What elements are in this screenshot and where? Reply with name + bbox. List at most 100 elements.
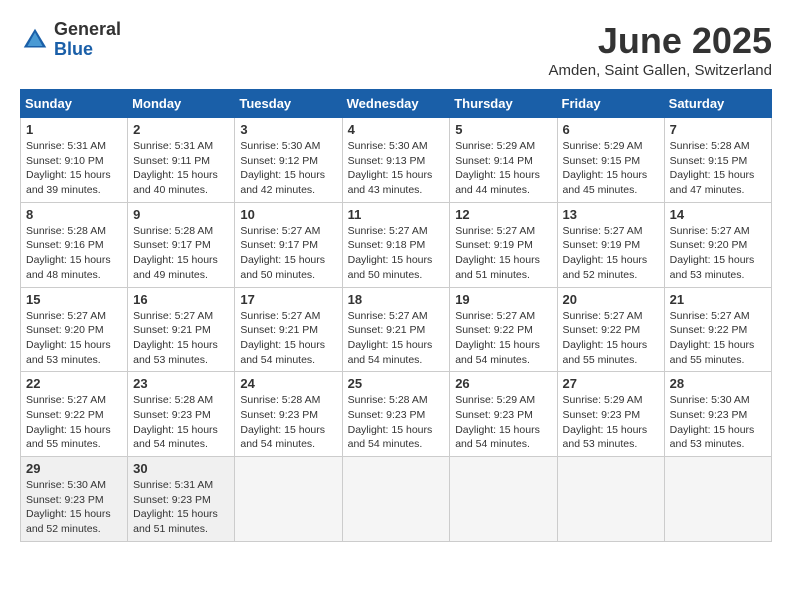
day-info: Sunrise: 5:27 AM Sunset: 9:22 PM Dayligh…	[455, 309, 551, 368]
calendar-cell: 19Sunrise: 5:27 AM Sunset: 9:22 PM Dayli…	[450, 287, 557, 372]
day-number: 30	[133, 461, 229, 476]
day-info: Sunrise: 5:28 AM Sunset: 9:23 PM Dayligh…	[133, 393, 229, 452]
day-number: 25	[348, 376, 445, 391]
day-number: 4	[348, 122, 445, 137]
day-info: Sunrise: 5:29 AM Sunset: 9:23 PM Dayligh…	[455, 393, 551, 452]
calendar-cell: 18 Sunrise: 5:27 AM Sunset: 9:21 PM Dayli…	[342, 287, 450, 372]
day-number: 21	[670, 292, 766, 307]
day-number: 26	[455, 376, 551, 391]
calendar-week-row: 29 Sunrise: 5:30 AM Sunset: 9:23 PM Dayli…	[21, 457, 772, 542]
logo: General Blue	[20, 20, 121, 60]
weekday-header: Wednesday	[342, 90, 450, 118]
day-info: Sunrise: 5:27 AM Sunset: 9:19 PM Dayligh…	[563, 224, 659, 283]
day-info: Sunrise: 5:27 AM Sunset: 9:20 PM Dayligh…	[670, 224, 766, 283]
day-info: Sunrise: 5:29 AM Sunset: 9:15 PM Dayligh…	[563, 139, 659, 198]
logo-blue: Blue	[54, 40, 121, 60]
calendar-cell: 29 Sunrise: 5:30 AM Sunset: 9:23 PM Dayli…	[21, 457, 128, 542]
day-number: 6	[563, 122, 659, 137]
calendar-cell: 23 Sunrise: 5:28 AM Sunset: 9:23 PM Dayli…	[128, 372, 235, 457]
calendar-cell: 24 Sunrise: 5:28 AM Sunset: 9:23 PM Dayli…	[235, 372, 342, 457]
calendar-cell: 6 Sunrise: 5:29 AM Sunset: 9:15 PM Daylig…	[557, 118, 664, 203]
day-info: Sunrise: 5:27 AM Sunset: 9:22 PM Dayligh…	[26, 393, 122, 452]
weekday-header: Tuesday	[235, 90, 342, 118]
calendar-week-row: 15Sunrise: 5:27 AM Sunset: 9:20 PM Dayli…	[21, 287, 772, 372]
calendar-week-row: 1Sunrise: 5:31 AM Sunset: 9:10 PM Daylig…	[21, 118, 772, 203]
day-number: 23	[133, 376, 229, 391]
calendar-cell: 30 Sunrise: 5:31 AM Sunset: 9:23 PM Dayli…	[128, 457, 235, 542]
day-number: 24	[240, 376, 336, 391]
calendar-cell: 10 Sunrise: 5:27 AM Sunset: 9:17 PM Dayli…	[235, 202, 342, 287]
weekday-header: Thursday	[450, 90, 557, 118]
calendar-cell: 7 Sunrise: 5:28 AM Sunset: 9:15 PM Daylig…	[664, 118, 771, 203]
calendar-cell	[235, 457, 342, 542]
calendar-cell: 15Sunrise: 5:27 AM Sunset: 9:20 PM Dayli…	[21, 287, 128, 372]
weekday-header: Friday	[557, 90, 664, 118]
location-title: Amden, Saint Gallen, Switzerland	[549, 62, 772, 79]
day-number: 9	[133, 207, 229, 222]
day-info: Sunrise: 5:27 AM Sunset: 9:21 PM Dayligh…	[240, 309, 336, 368]
calendar-cell	[557, 457, 664, 542]
day-info: Sunrise: 5:29 AM Sunset: 9:14 PM Dayligh…	[455, 139, 551, 198]
day-info: Sunrise: 5:27 AM Sunset: 9:21 PM Dayligh…	[348, 309, 445, 368]
day-number: 29	[26, 461, 122, 476]
calendar-cell: 26 Sunrise: 5:29 AM Sunset: 9:23 PM Dayli…	[450, 372, 557, 457]
weekday-header: Monday	[128, 90, 235, 118]
calendar-cell: 20Sunrise: 5:27 AM Sunset: 9:22 PM Dayli…	[557, 287, 664, 372]
calendar-cell: 1Sunrise: 5:31 AM Sunset: 9:10 PM Daylig…	[21, 118, 128, 203]
day-info: Sunrise: 5:27 AM Sunset: 9:18 PM Dayligh…	[348, 224, 445, 283]
calendar-cell: 16Sunrise: 5:27 AM Sunset: 9:21 PM Dayli…	[128, 287, 235, 372]
day-number: 12	[455, 207, 551, 222]
day-info: Sunrise: 5:30 AM Sunset: 9:12 PM Dayligh…	[240, 139, 336, 198]
header: General Blue June 2025 Amden, Saint Gall…	[20, 20, 772, 79]
calendar-cell: 8 Sunrise: 5:28 AM Sunset: 9:16 PM Daylig…	[21, 202, 128, 287]
calendar-cell: 2Sunrise: 5:31 AM Sunset: 9:11 PM Daylig…	[128, 118, 235, 203]
day-number: 7	[670, 122, 766, 137]
day-info: Sunrise: 5:27 AM Sunset: 9:17 PM Dayligh…	[240, 224, 336, 283]
day-info: Sunrise: 5:30 AM Sunset: 9:23 PM Dayligh…	[26, 478, 122, 537]
calendar-cell: 27 Sunrise: 5:29 AM Sunset: 9:23 PM Dayli…	[557, 372, 664, 457]
calendar-cell: 3 Sunrise: 5:30 AM Sunset: 9:12 PM Daylig…	[235, 118, 342, 203]
day-info: Sunrise: 5:27 AM Sunset: 9:20 PM Dayligh…	[26, 309, 122, 368]
day-number: 11	[348, 207, 445, 222]
day-info: Sunrise: 5:28 AM Sunset: 9:23 PM Dayligh…	[240, 393, 336, 452]
day-info: Sunrise: 5:29 AM Sunset: 9:23 PM Dayligh…	[563, 393, 659, 452]
day-number: 28	[670, 376, 766, 391]
day-number: 8	[26, 207, 122, 222]
calendar-cell: 13Sunrise: 5:27 AM Sunset: 9:19 PM Dayli…	[557, 202, 664, 287]
day-info: Sunrise: 5:31 AM Sunset: 9:23 PM Dayligh…	[133, 478, 229, 537]
calendar-week-row: 22 Sunrise: 5:27 AM Sunset: 9:22 PM Dayli…	[21, 372, 772, 457]
day-info: Sunrise: 5:28 AM Sunset: 9:17 PM Dayligh…	[133, 224, 229, 283]
calendar-cell: 12Sunrise: 5:27 AM Sunset: 9:19 PM Dayli…	[450, 202, 557, 287]
weekday-header: Sunday	[21, 90, 128, 118]
day-number: 17	[240, 292, 336, 307]
day-info: Sunrise: 5:27 AM Sunset: 9:21 PM Dayligh…	[133, 309, 229, 368]
calendar-cell	[450, 457, 557, 542]
calendar-cell: 21 Sunrise: 5:27 AM Sunset: 9:22 PM Dayli…	[664, 287, 771, 372]
day-number: 18	[348, 292, 445, 307]
calendar-cell: 28Sunrise: 5:30 AM Sunset: 9:23 PM Dayli…	[664, 372, 771, 457]
day-number: 27	[563, 376, 659, 391]
day-number: 1	[26, 122, 122, 137]
weekday-header: Saturday	[664, 90, 771, 118]
calendar-cell: 25 Sunrise: 5:28 AM Sunset: 9:23 PM Dayli…	[342, 372, 450, 457]
calendar-cell	[342, 457, 450, 542]
logo-text: General Blue	[54, 20, 121, 60]
logo-general: General	[54, 20, 121, 40]
calendar-cell: 11 Sunrise: 5:27 AM Sunset: 9:18 PM Dayli…	[342, 202, 450, 287]
calendar-cell	[664, 457, 771, 542]
calendar-cell: 5Sunrise: 5:29 AM Sunset: 9:14 PM Daylig…	[450, 118, 557, 203]
day-info: Sunrise: 5:27 AM Sunset: 9:22 PM Dayligh…	[670, 309, 766, 368]
calendar-cell: 9 Sunrise: 5:28 AM Sunset: 9:17 PM Daylig…	[128, 202, 235, 287]
day-number: 22	[26, 376, 122, 391]
logo-icon	[20, 25, 50, 55]
day-number: 2	[133, 122, 229, 137]
day-info: Sunrise: 5:28 AM Sunset: 9:15 PM Dayligh…	[670, 139, 766, 198]
day-info: Sunrise: 5:28 AM Sunset: 9:23 PM Dayligh…	[348, 393, 445, 452]
month-title: June 2025	[549, 20, 772, 62]
day-number: 14	[670, 207, 766, 222]
day-info: Sunrise: 5:30 AM Sunset: 9:13 PM Dayligh…	[348, 139, 445, 198]
calendar-cell: 14 Sunrise: 5:27 AM Sunset: 9:20 PM Dayli…	[664, 202, 771, 287]
day-info: Sunrise: 5:28 AM Sunset: 9:16 PM Dayligh…	[26, 224, 122, 283]
day-number: 10	[240, 207, 336, 222]
day-number: 3	[240, 122, 336, 137]
